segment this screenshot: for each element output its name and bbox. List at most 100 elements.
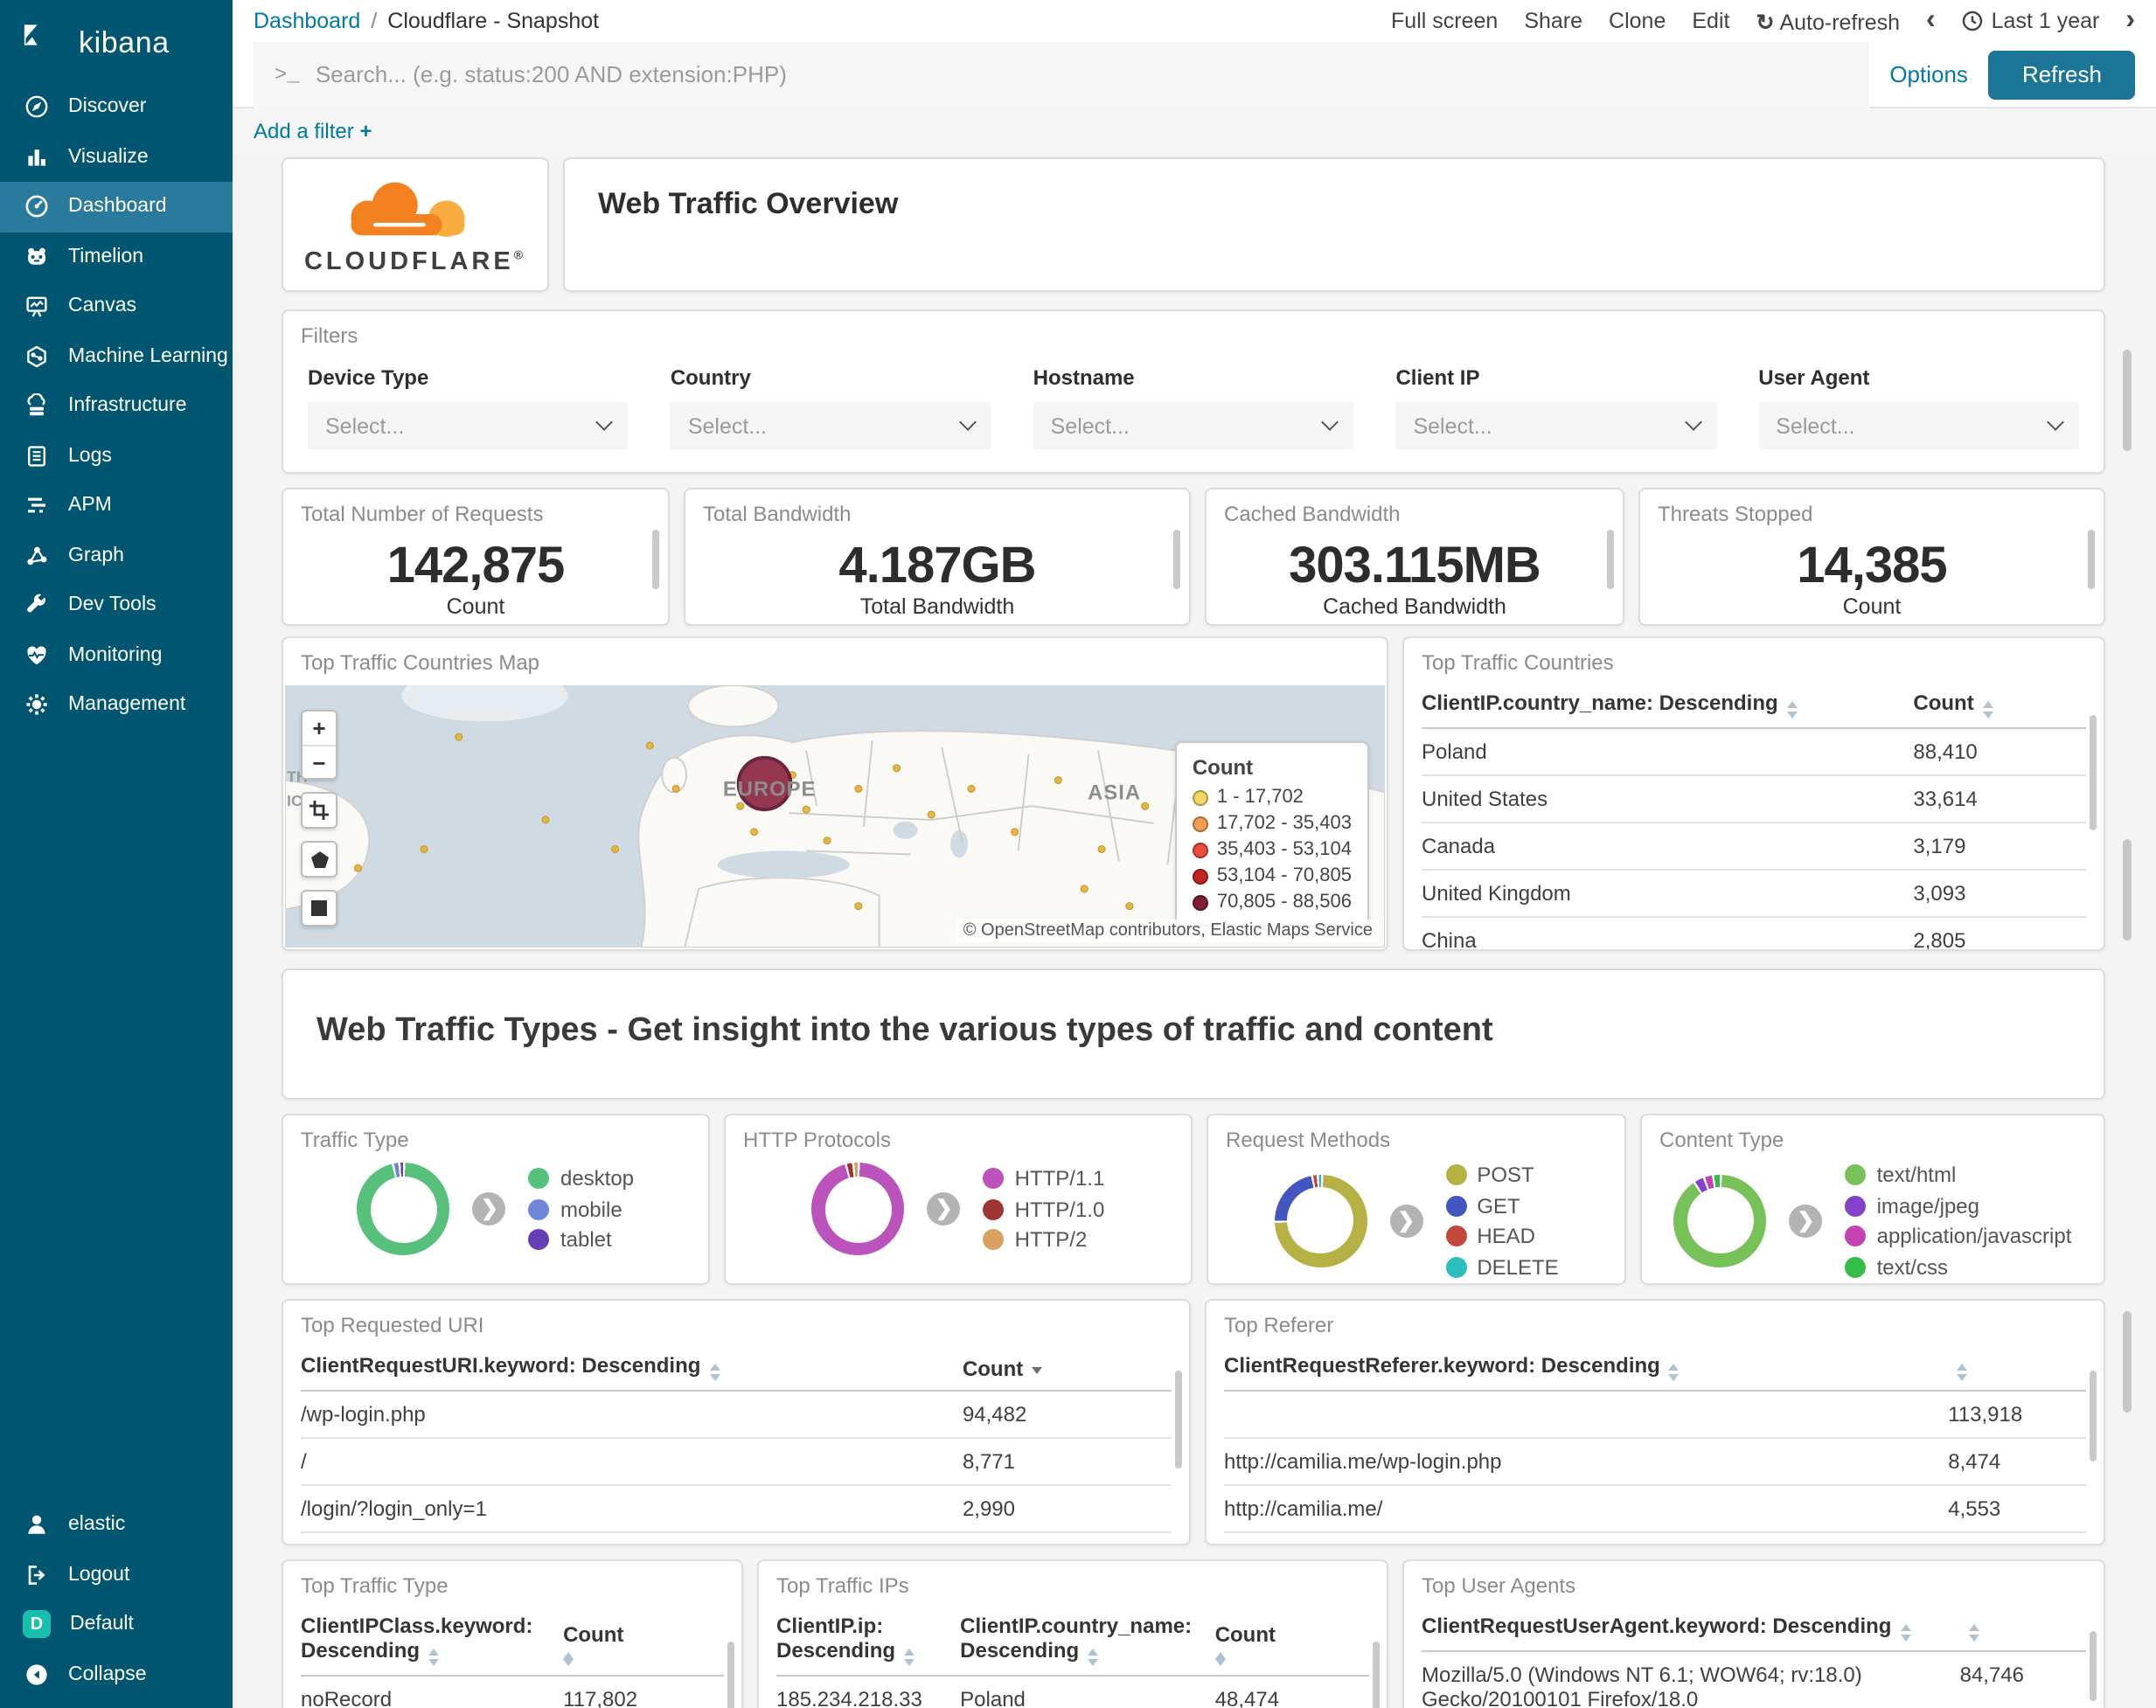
sidebar-item-apm[interactable]: APM [0,481,233,531]
time-back-chevron[interactable]: ‹ [1926,6,1936,35]
breadcrumb-dashboard-link[interactable]: Dashboard [254,9,360,33]
panel-scrollbar[interactable] [2090,1631,2097,1701]
column-header-1[interactable]: ClientRequestURI.keyword: Descending [301,1344,963,1391]
panel-scrollbar[interactable] [1175,1371,1182,1468]
zoom-in-button[interactable]: + [303,712,336,745]
rectangle-tool-button[interactable] [303,892,336,925]
clone-button[interactable]: Clone [1609,9,1666,33]
column-header-1[interactable]: ClientRequestUserAgent.keyword: Descendi… [1422,1605,1960,1651]
table-row[interactable]: 113,918 [1224,1390,2086,1438]
kibana-logo[interactable]: kibana [0,0,233,82]
table-row[interactable]: /login/?login_only=1 2,990 [301,1484,1172,1532]
column-header-2[interactable]: Count [1913,682,2086,728]
http-protocols-donut-chart[interactable] [811,1163,905,1255]
legend-item-delete[interactable]: DELETE [1445,1254,1559,1279]
column-header-1[interactable]: ClientRequestReferer.keyword: Descending [1224,1344,1949,1391]
panel-scrollbar[interactable] [1173,530,1180,589]
panel-scrollbar[interactable] [2090,715,2097,830]
sidebar-item-graph[interactable]: Graph [0,531,233,580]
options-link[interactable]: Options [1889,61,1968,87]
grid-scrollbar[interactable] [2123,1311,2132,1413]
sidebar-item-timelion[interactable]: Timelion [0,232,233,281]
sidebar-item-dev-tools[interactable]: Dev Tools [0,580,233,630]
table-row[interactable]: Mozilla/5.0 (Windows NT 6.1; WOW64; rv:1… [1422,1650,2086,1708]
legend-item-http-1-1[interactable]: HTTP/1.1 [983,1166,1104,1191]
share-button[interactable]: Share [1524,9,1582,33]
table-row[interactable]: 185.234.218.33 Poland 48,474 [776,1675,1369,1708]
legend-item-mobile[interactable]: mobile [528,1197,634,1221]
legend-item-text-html[interactable]: text/html [1845,1163,2072,1187]
sidebar-item-logs[interactable]: Logs [0,431,233,481]
table-row[interactable]: China 2,805 [1422,916,2086,949]
sidebar-item-monitoring[interactable]: Monitoring [0,630,233,680]
table-row[interactable]: /8,771 [301,1437,1172,1485]
add-filter-link[interactable]: Add a filter + [254,119,372,143]
table-row[interactable]: http://camilia.me/4,553 [1224,1484,2086,1532]
column-header-2[interactable] [1959,1605,2086,1651]
panel-scrollbar[interactable] [727,1642,734,1708]
column-header-1[interactable]: ClientIPClass.keyword: Descending [301,1605,564,1676]
filter-select-country[interactable]: Select... [670,402,991,449]
traffic-type-donut-chart[interactable] [357,1163,450,1255]
sidebar-footer-collapse[interactable]: Collapse [0,1649,233,1699]
sidebar-footer-default[interactable]: D Default [0,1600,233,1649]
legend-item-image-jpeg[interactable]: image/jpeg [1845,1193,2072,1218]
time-range-picker[interactable]: Last 1 year [1962,9,2099,33]
legend-item-tablet[interactable]: tablet [528,1227,634,1252]
filter-select-hostname[interactable]: Select... [1033,402,1354,449]
sidebar-item-management[interactable]: Management [0,680,233,730]
column-header-2[interactable]: Count [962,1344,1172,1391]
legend-item-http-1-0[interactable]: HTTP/1.0 [983,1197,1104,1221]
table-row[interactable]: http://camilia.me/index.php/2017/06/17/w… [1224,1531,2086,1544]
grid-scrollbar[interactable] [2123,839,2132,941]
filter-select-client-ip[interactable]: Select... [1395,402,1717,449]
column-header-1[interactable]: ClientIP.country_name: Descending [1422,682,1914,728]
chevron-right-icon[interactable]: ❯ [1789,1204,1823,1238]
panel-scrollbar[interactable] [2090,1371,2097,1462]
table-row[interactable]: noRecord 117,802 [301,1675,724,1708]
panel-scrollbar[interactable] [1373,1642,1380,1708]
polygon-tool-button[interactable] [303,843,336,876]
table-row[interactable]: United Kingdom 3,093 [1422,869,2086,917]
sidebar-item-machine-learning[interactable]: Machine Learning [0,331,233,381]
column-header-2[interactable]: ClientIP.country_name: Descending [960,1605,1215,1676]
legend-item-http-2[interactable]: HTTP/2 [983,1227,1105,1252]
zoom-out-button[interactable]: − [303,745,336,778]
column-header-1[interactable]: ClientIP.ip: Descending [776,1605,961,1676]
panel-scrollbar[interactable] [652,530,659,589]
auto-refresh-button[interactable]: ↻ Auto-refresh [1756,8,1900,34]
refresh-button[interactable]: Refresh [1988,50,2135,99]
filter-select-device-type[interactable]: Select... [308,402,629,449]
legend-item-post[interactable]: POST [1445,1163,1558,1187]
sidebar-footer-logout[interactable]: Logout [0,1550,233,1600]
sidebar-item-discover[interactable]: Discover [0,82,233,132]
table-row[interactable]: http://camilia.me/wp-login.php 8,474 [1224,1437,2086,1485]
sidebar-footer-elastic[interactable]: elastic [0,1500,233,1550]
legend-item-application-javascript[interactable]: application/javascript [1845,1224,2071,1248]
world-map[interactable]: EUROPE ASIA TH IC + − Count 1 - 17,702 17,70… [285,685,1385,948]
panel-scrollbar[interactable] [1607,530,1614,589]
table-row[interactable]: /xmlrpc.php1,394 [301,1531,1172,1544]
table-row[interactable]: /wp-login.php 94,482 [301,1390,1172,1438]
search-input[interactable] [315,61,1848,87]
legend-item-head[interactable]: HEAD [1445,1224,1558,1248]
column-header-2[interactable] [1948,1344,2086,1391]
column-header-2[interactable]: Count [563,1605,724,1676]
table-row[interactable]: Poland 88,410 [1422,727,2086,775]
sidebar-item-dashboard[interactable]: Dashboard [0,182,233,232]
sidebar-item-visualize[interactable]: Visualize [0,132,233,182]
request-methods-donut-chart[interactable] [1274,1174,1367,1267]
legend-item-get[interactable]: GET [1445,1193,1558,1218]
grid-scrollbar[interactable] [2123,350,2132,451]
filter-select-user-agent[interactable]: Select... [1758,402,2080,449]
column-header-3[interactable]: Count [1214,1605,1369,1676]
table-row[interactable]: Canada 3,179 [1422,822,2086,870]
legend-item-text-css[interactable]: text/css [1845,1254,2072,1279]
chevron-right-icon[interactable]: ❯ [927,1192,961,1225]
crop-tool-button[interactable] [303,794,336,827]
legend-item-desktop[interactable]: desktop [528,1166,634,1191]
full-screen-button[interactable]: Full screen [1391,9,1498,33]
chevron-right-icon[interactable]: ❯ [1389,1204,1423,1238]
content-type-donut-chart[interactable] [1673,1174,1767,1267]
edit-button[interactable]: Edit [1692,9,1729,33]
